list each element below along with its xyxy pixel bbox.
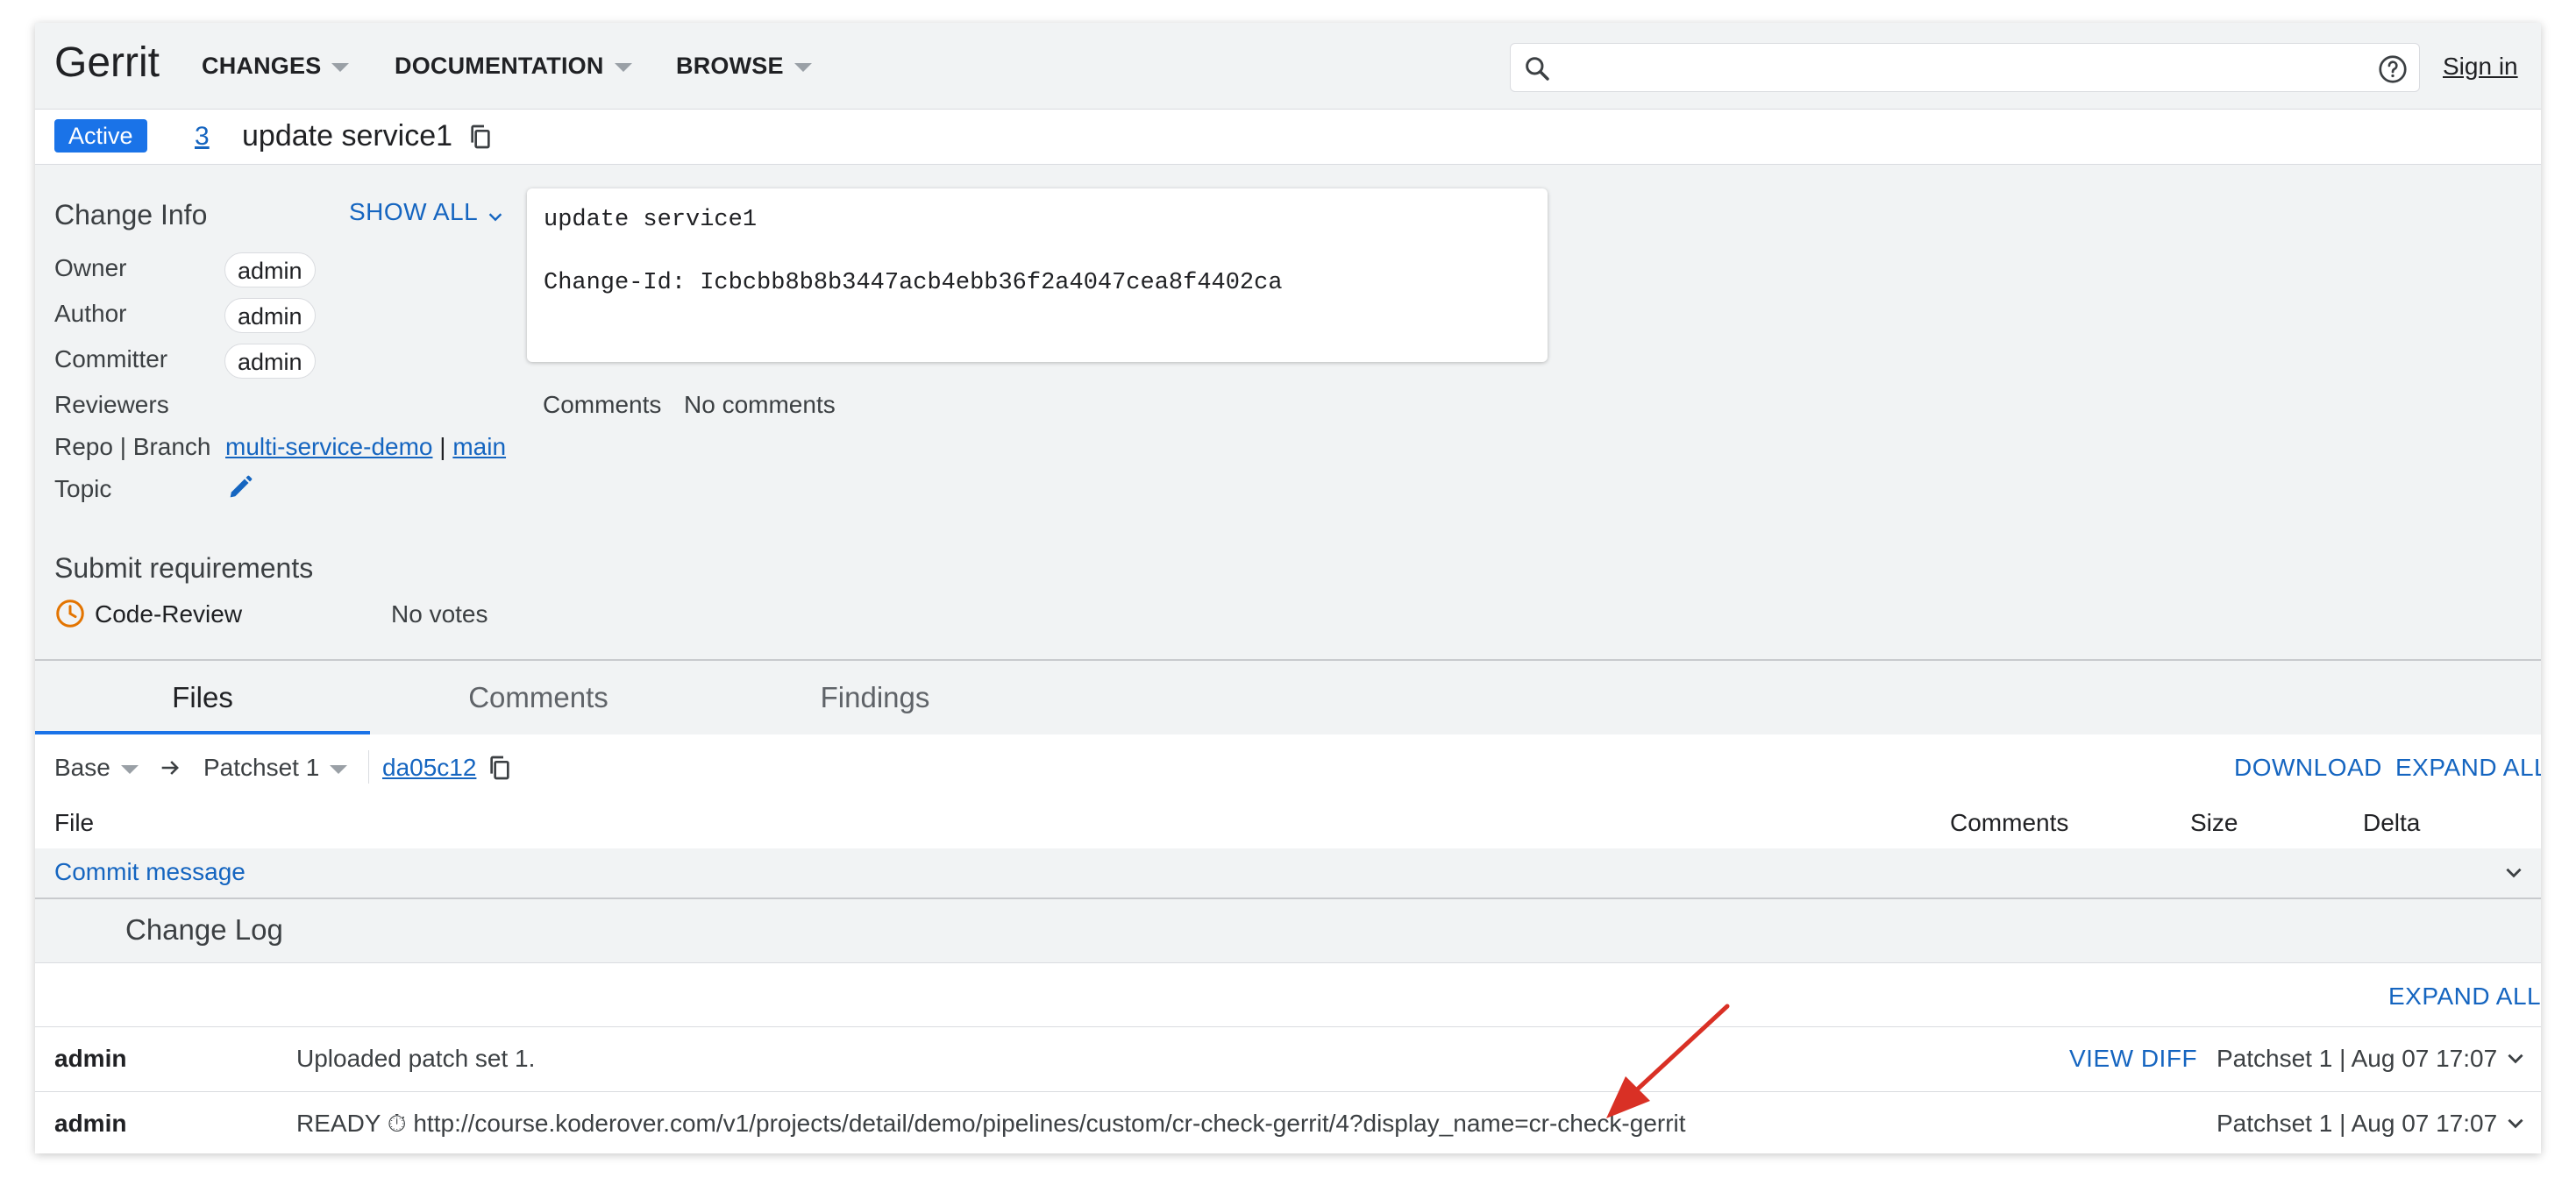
arrow-right-icon xyxy=(161,761,179,775)
gerrit-window: Gerrit CHANGES DOCUMENTATION BROWSE Sign… xyxy=(35,23,2541,1153)
tab-files[interactable]: Files xyxy=(35,661,370,734)
topic-label: Topic xyxy=(54,475,112,502)
reviewers-label: Reviewers xyxy=(54,391,169,418)
comments-summary-value: No comments xyxy=(684,391,836,418)
entry-meta: Patchset 1 | Aug 07 17:07 xyxy=(2217,1045,2498,1072)
copy-icon[interactable] xyxy=(466,123,495,151)
change-log-entry[interactable]: admin Uploaded patch set 1. VIEW DIFF Pa… xyxy=(35,1026,2541,1092)
gerrit-logo[interactable]: Gerrit xyxy=(54,39,160,87)
entry-author: admin xyxy=(54,1110,127,1137)
column-delta: Delta xyxy=(2363,809,2421,836)
commit-sha-link[interactable]: da05c12 xyxy=(382,754,476,782)
repo-branch-label: Repo | Branch xyxy=(54,433,211,460)
chevron-down-icon[interactable] xyxy=(2502,861,2525,883)
files-toolbar: Base Patchset 1 da05c12 DOWNLOAD EXPAND … xyxy=(35,734,2541,800)
change-log-entry[interactable]: admin READY ⏱ http://course.koderover.co… xyxy=(35,1091,2541,1153)
expand-all-log-button[interactable]: EXPAND ALL xyxy=(2388,983,2541,1011)
change-log-heading: Change Log xyxy=(125,913,283,946)
help-icon[interactable] xyxy=(2377,53,2409,85)
patchset-select[interactable]: Patchset 1 xyxy=(203,754,348,782)
commit-sha: da05c12 xyxy=(382,754,477,781)
owner-chip[interactable]: admin xyxy=(224,252,316,287)
change-log-body: EXPAND ALL admin Uploaded patch set 1. V… xyxy=(35,962,2541,1153)
chevron-down-icon xyxy=(330,764,348,774)
committer-label: Committer xyxy=(54,345,168,372)
search-box[interactable] xyxy=(1510,43,2420,92)
base-select[interactable]: Base xyxy=(54,754,139,782)
chevron-down-icon xyxy=(488,213,502,222)
branch-link[interactable]: main xyxy=(452,433,506,460)
commit-message-subject: update service1 xyxy=(544,207,758,233)
column-file: File xyxy=(54,809,95,836)
download-button[interactable]: DOWNLOAD xyxy=(2234,754,2382,782)
patchset-select-label: Patchset 1 xyxy=(203,754,320,781)
change-title: update service1 xyxy=(242,119,453,153)
divider xyxy=(368,750,369,784)
nav-browse-label: BROWSE xyxy=(676,53,784,79)
chevron-down-icon xyxy=(793,62,812,72)
commit-message-change-id: Change-Id: Icbcbb8b8b3447acb4ebb36f2a404… xyxy=(544,270,1283,296)
nav-changes-label: CHANGES xyxy=(202,53,322,79)
change-info-heading: Change Info xyxy=(54,199,208,231)
author-chip[interactable]: admin xyxy=(224,298,316,333)
column-comments: Comments xyxy=(1950,809,2069,836)
status-badge: Active xyxy=(54,119,147,153)
commit-message-row[interactable]: Commit message xyxy=(35,848,2541,899)
show-all-button[interactable]: SHOW ALL xyxy=(349,198,505,226)
column-size: Size xyxy=(2190,809,2238,836)
search-icon xyxy=(1526,57,1549,81)
change-tabs: Files Comments Findings xyxy=(35,659,2541,736)
chevron-down-icon[interactable] xyxy=(2504,1047,2527,1069)
tab-findings-label: Findings xyxy=(820,681,930,713)
chevron-down-icon xyxy=(331,62,350,72)
tab-files-label: Files xyxy=(172,681,233,713)
tab-comments[interactable]: Comments xyxy=(370,661,707,734)
repo-branch-separator: | xyxy=(439,433,446,460)
copy-icon[interactable] xyxy=(486,754,514,782)
author-label: Author xyxy=(54,300,127,327)
nav-documentation[interactable]: DOCUMENTATION xyxy=(395,53,632,80)
comments-summary-label: Comments xyxy=(543,391,662,418)
top-header: Gerrit CHANGES DOCUMENTATION BROWSE Sign… xyxy=(35,23,2541,110)
commit-message-row-label: Commit message xyxy=(54,858,246,885)
files-table-header: File Comments Size Delta xyxy=(35,799,2541,849)
show-all-label: SHOW ALL xyxy=(349,198,479,225)
tab-findings[interactable]: Findings xyxy=(707,661,1043,734)
nav-changes[interactable]: CHANGES xyxy=(202,53,350,80)
entry-meta: Patchset 1 | Aug 07 17:07 xyxy=(2217,1110,2498,1137)
entry-message: READY ⏱ http://course.koderover.com/v1/p… xyxy=(296,1110,1686,1137)
commit-message-box: update service1 Change-Id: Icbcbb8b8b344… xyxy=(527,188,1548,362)
chevron-down-icon xyxy=(120,764,139,774)
repo-branch-value: multi-service-demo | main xyxy=(225,433,506,461)
repo-link[interactable]: multi-service-demo xyxy=(225,433,433,460)
expand-all-files-button[interactable]: EXPAND ALL xyxy=(2395,754,2541,782)
base-select-label: Base xyxy=(54,754,110,781)
edit-icon[interactable] xyxy=(225,472,255,502)
chevron-down-icon xyxy=(614,62,632,72)
clock-icon xyxy=(56,600,84,628)
search-input[interactable] xyxy=(1563,51,2356,86)
owner-label: Owner xyxy=(54,254,127,281)
entry-author: admin xyxy=(54,1045,127,1072)
sign-in-link[interactable]: Sign in xyxy=(2443,53,2518,81)
annotation-arrow xyxy=(1606,1004,1730,1118)
submit-requirements-heading: Submit requirements xyxy=(54,552,314,584)
entry-message: Uploaded patch set 1. xyxy=(296,1045,536,1072)
chevron-down-icon[interactable] xyxy=(2504,1111,2527,1134)
view-diff-button[interactable]: VIEW DIFF xyxy=(2069,1045,2197,1073)
change-number-link[interactable]: 3 xyxy=(195,122,210,152)
change-title-bar: Active 3 update service1 xyxy=(35,110,2541,165)
nav-browse[interactable]: BROWSE xyxy=(676,53,812,80)
commit-message-blank xyxy=(544,236,1531,267)
code-review-votes: No votes xyxy=(391,600,488,628)
nav-documentation-label: DOCUMENTATION xyxy=(395,53,604,79)
code-review-requirement[interactable]: Code-Review xyxy=(95,600,242,628)
committer-chip[interactable]: admin xyxy=(224,344,316,379)
tab-comments-label: Comments xyxy=(468,681,608,713)
